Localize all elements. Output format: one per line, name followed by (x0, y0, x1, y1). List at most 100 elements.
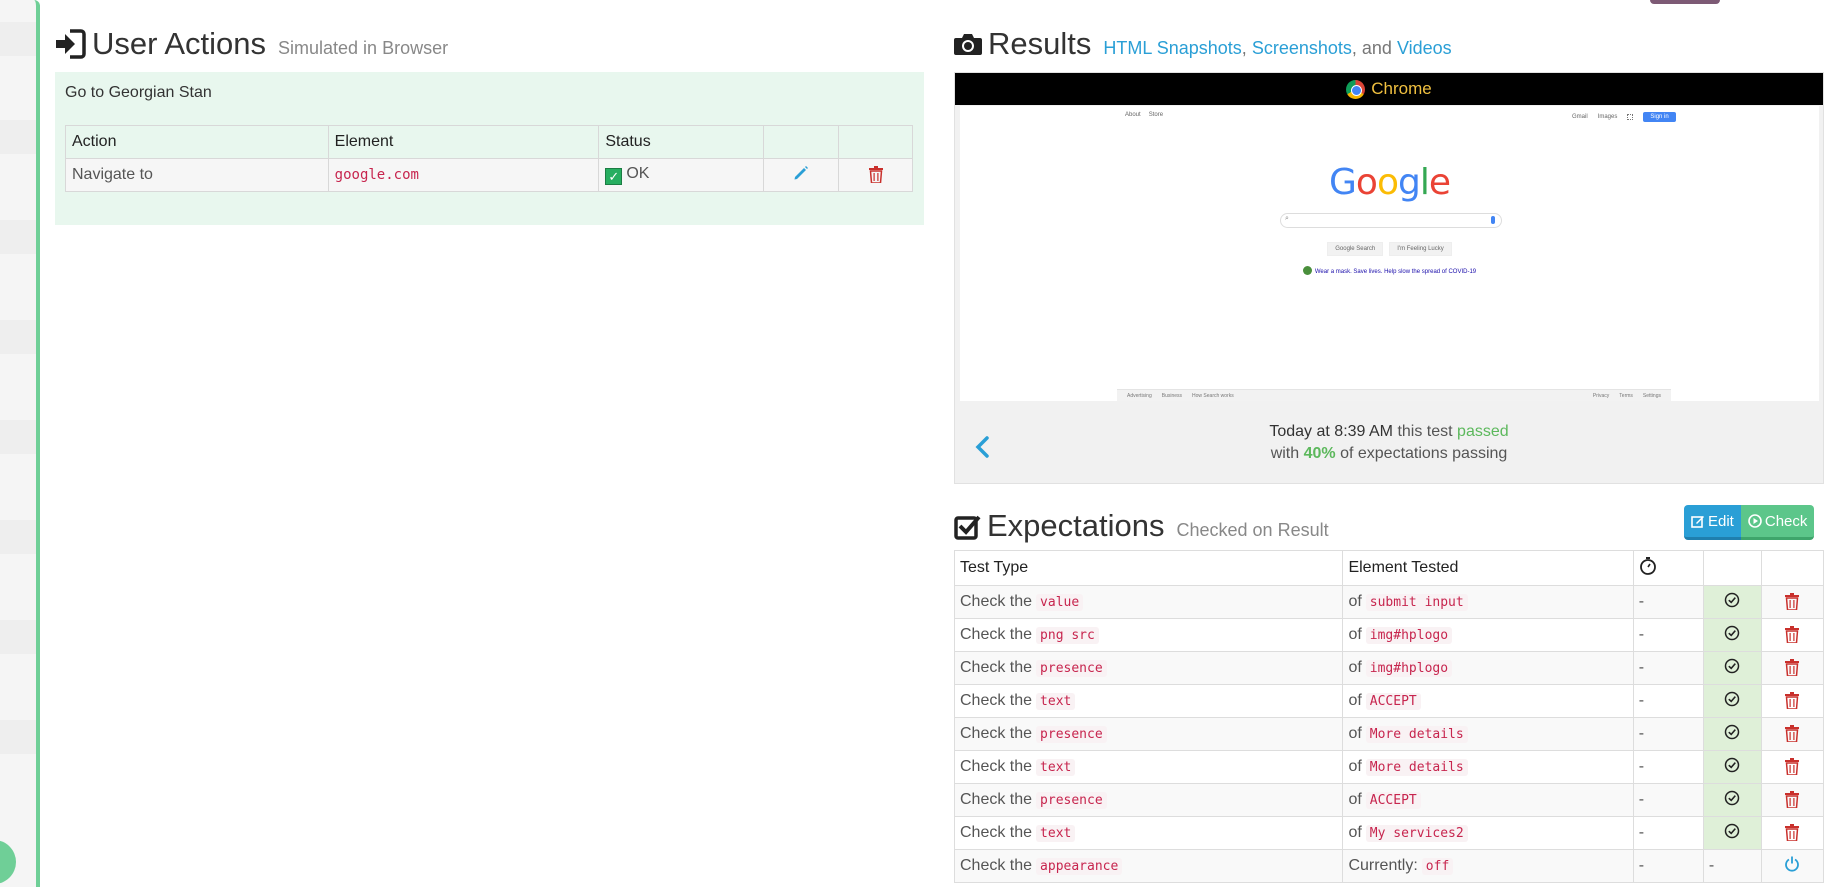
test-type-cell: Check the presence (953, 783, 1344, 817)
table-row: Check the text of ACCEPT - (953, 684, 1825, 718)
column-header-element: Element (327, 125, 600, 159)
delete-expectation-button[interactable] (1760, 750, 1825, 784)
ok-check-icon: ✓ (605, 168, 623, 185)
sidebar-row[interactable] (0, 120, 36, 154)
delete-expectation-button[interactable] (1760, 783, 1825, 817)
test-type-cell: Check the png src (953, 618, 1344, 652)
test-type-cell: Check the value (953, 585, 1344, 619)
edit-expectations-button[interactable]: Edit (1684, 505, 1741, 540)
check-label: Check (1764, 512, 1808, 530)
expectations-buttons: Edit Check (1684, 505, 1815, 540)
footer-link: Business (1161, 393, 1183, 399)
element-code: More details (1365, 759, 1468, 776)
sidebar-row[interactable] (0, 420, 36, 454)
element-code: More details (1365, 726, 1468, 743)
footer-link: Privacy (1592, 393, 1610, 399)
footer-link: Terms (1619, 393, 1633, 399)
delete-expectation-button[interactable] (1760, 618, 1825, 652)
test-type-cell: Check the text (953, 750, 1344, 784)
element-prefix: of (1348, 725, 1362, 742)
sidebar-row[interactable] (0, 220, 36, 254)
element-tested-cell: of img#hplogo (1342, 618, 1634, 652)
logo-letter: o (1355, 162, 1378, 203)
sidebar-row[interactable] (0, 620, 36, 654)
run-check-button[interactable] (1702, 717, 1762, 751)
sidebar-row[interactable] (0, 22, 36, 56)
column-header-action: Action (65, 125, 329, 159)
test-prefix: Check the (960, 659, 1033, 676)
delete-action-button[interactable] (838, 158, 913, 192)
status-cell: ✓ OK (598, 158, 765, 192)
test-type-cell: Check the presence (953, 717, 1344, 751)
logo-letter: g (1397, 162, 1421, 203)
element-tested-cell: of ACCEPT (1342, 684, 1634, 718)
table-row: Check the value of submit input - (953, 585, 1825, 619)
test-type-code: value (1036, 594, 1084, 611)
stopwatch-icon (1639, 556, 1656, 575)
chevron-left-icon[interactable] (973, 435, 993, 459)
delete-expectation-button[interactable] (1760, 585, 1825, 619)
edit-label: Edit (1708, 512, 1734, 530)
delete-expectation-button[interactable] (1760, 717, 1825, 751)
run-check-button[interactable] (1702, 585, 1762, 619)
check-expectations-button[interactable]: Check (1740, 505, 1815, 540)
trash-icon (1785, 757, 1800, 775)
column-header-result (1702, 550, 1762, 586)
logo-letter: G (1329, 162, 1357, 203)
edit-action-button[interactable] (763, 158, 840, 192)
floating-action-button[interactable] (0, 840, 16, 884)
element-prefix: Currently: (1348, 857, 1418, 874)
element-tested-cell: of My services2 (1342, 816, 1634, 850)
screenshot-note: Wear a mask. Save lives. Help slow the s… (960, 266, 1819, 275)
check-circle-icon (1725, 691, 1740, 706)
column-header-delete (838, 125, 913, 159)
screenshot-buttons: Google Search I'm Feeling Lucky (960, 242, 1819, 256)
test-type-code: presence (1036, 660, 1107, 677)
edit-icon (1691, 516, 1704, 528)
trash-icon (868, 165, 883, 183)
separator: , (1241, 37, 1247, 58)
table-row: Check the presence of More details - (953, 717, 1825, 751)
result-screenshot[interactable]: About Store Gmail Images Sign in Google ⌕… (960, 106, 1819, 401)
element-tested-cell: of ACCEPT (1342, 783, 1634, 817)
separator: , and (1351, 37, 1392, 58)
action-cell: Navigate to (65, 158, 329, 192)
test-type-code: text (1036, 693, 1076, 710)
run-check-button[interactable] (1702, 750, 1762, 784)
test-type-cell: Check the text (953, 816, 1344, 850)
screenshot-top-left: About Store (1125, 112, 1171, 118)
html-snapshots-link[interactable]: HTML Snapshots (1103, 38, 1241, 58)
browser-name: Chrome (1371, 79, 1432, 98)
results-links: HTML Snapshots, Screenshots, and Videos (1103, 38, 1451, 59)
screenshot-link-about: About (1125, 112, 1141, 118)
logo-letter: l (1419, 162, 1430, 203)
run-check-button[interactable] (1702, 783, 1762, 817)
element-tested-cell: of img#hplogo (1342, 651, 1634, 685)
status-text: this test (1397, 423, 1453, 440)
run-check-button[interactable] (1702, 651, 1762, 685)
run-check-button[interactable] (1702, 684, 1762, 718)
screenshots-link[interactable]: Screenshots (1252, 38, 1352, 58)
run-check-button[interactable] (1702, 816, 1762, 850)
user-actions-panel: Go to Georgian Stan Action Element Statu… (55, 72, 924, 225)
sidebar-row[interactable] (0, 720, 36, 754)
run-check-button[interactable] (1702, 618, 1762, 652)
sidebar-row[interactable] (0, 520, 36, 554)
test-prefix: Check the (960, 593, 1033, 610)
table-row: Check the text of My services2- (953, 816, 1825, 850)
delete-expectation-button[interactable] (1760, 684, 1825, 718)
toggle-expectation-button[interactable] (1760, 849, 1825, 883)
check-circle-icon (1725, 790, 1740, 805)
element-prefix: of (1348, 791, 1362, 808)
videos-link[interactable]: Videos (1397, 38, 1452, 58)
chrome-icon (1346, 79, 1366, 99)
expectations-subtitle: Checked on Result (1176, 519, 1329, 540)
table-row: Check the appearance Currently: off - - (953, 849, 1825, 883)
element-code: google.com (334, 167, 419, 183)
delete-expectation-button[interactable] (1760, 651, 1825, 685)
sidebar-row[interactable] (0, 320, 36, 354)
status-text: of expectations passing (1340, 445, 1508, 462)
delete-expectation-button[interactable] (1760, 816, 1825, 850)
sign-in-icon (56, 29, 86, 59)
footer-link: How Search works (1192, 393, 1234, 399)
